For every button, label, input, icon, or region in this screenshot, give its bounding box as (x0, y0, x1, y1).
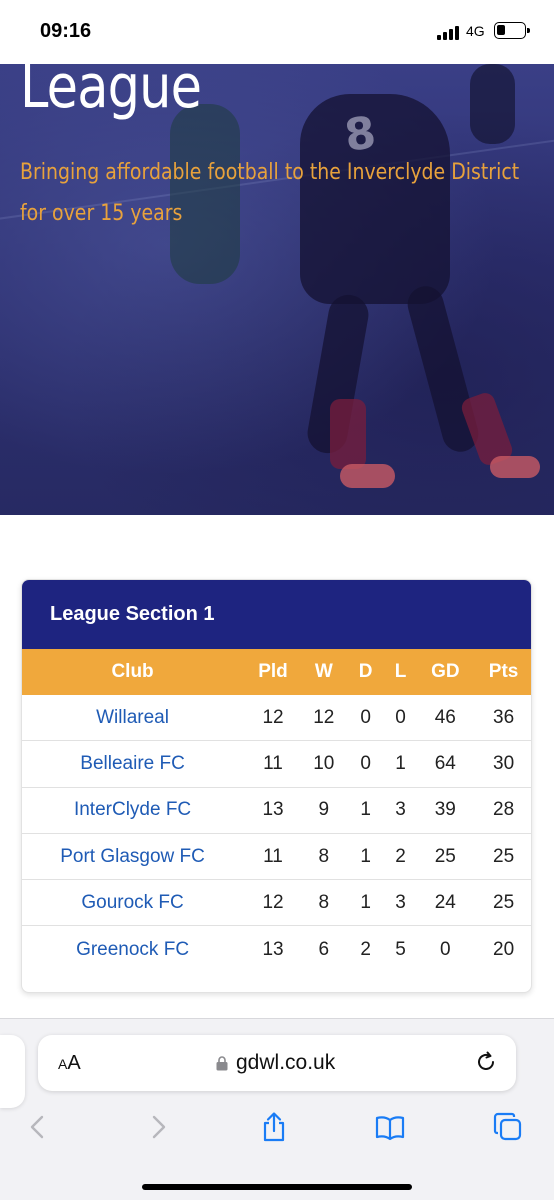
network-label: 4G (466, 23, 485, 39)
col-pld: Pld (258, 661, 288, 682)
cell-l: 0 (395, 706, 406, 728)
cell-d: 1 (360, 845, 371, 867)
club-link[interactable]: Belleaire FC (22, 753, 243, 775)
cell-w: 9 (318, 799, 330, 821)
cell-d: 0 (360, 752, 371, 774)
cell-pld: 13 (262, 938, 284, 960)
table-row: Belleaire FC 11 10 0 1 64 30 (22, 741, 531, 788)
bookmarks-icon[interactable] (374, 1111, 406, 1143)
cell-gd: 0 (440, 938, 451, 960)
cell-l: 3 (395, 799, 406, 821)
col-gd: GD (431, 661, 460, 682)
cell-gd: 24 (434, 891, 456, 913)
cell-d: 0 (360, 706, 371, 728)
table-row: Willareal 12 12 0 0 46 36 (22, 695, 531, 742)
cell-pts: 36 (493, 706, 515, 728)
share-icon[interactable] (258, 1111, 290, 1143)
club-link[interactable]: Gourock FC (22, 892, 243, 914)
cell-gd: 25 (434, 845, 456, 867)
table-header-row: Club Pld W D L GD Pts (22, 649, 531, 695)
home-indicator (142, 1184, 412, 1190)
cell-w: 8 (318, 891, 330, 913)
cell-pts: 25 (493, 891, 515, 913)
cell-w: 8 (318, 845, 330, 867)
league-section-title: League Section 1 (22, 580, 531, 649)
hero-subtitle-line-2: for over 15 years (20, 201, 183, 226)
cell-w: 6 (318, 938, 330, 960)
table-row: Greenock FC 13 6 2 5 0 20 (22, 926, 531, 972)
cell-pld: 11 (263, 845, 283, 867)
cell-l: 2 (395, 845, 406, 867)
signal-icon (437, 26, 461, 40)
cell-w: 12 (313, 706, 335, 728)
hero-subtitle: Bringing affordable football to the Inve… (20, 152, 520, 234)
url-text[interactable]: gdwl.co.uk (236, 1051, 335, 1075)
cell-pts: 28 (493, 799, 515, 821)
hero-title: League (20, 64, 202, 122)
club-link[interactable]: Port Glasgow FC (22, 846, 243, 868)
club-link[interactable]: Willareal (22, 707, 243, 729)
battery-icon (494, 22, 530, 39)
cell-gd: 46 (434, 706, 456, 728)
cell-pld: 12 (262, 891, 284, 913)
cell-d: 1 (360, 891, 371, 913)
table-row: Gourock FC 12 8 1 3 24 25 (22, 880, 531, 927)
cell-gd: 64 (434, 752, 456, 774)
cell-pld: 11 (263, 752, 283, 774)
col-club: Club (111, 661, 154, 682)
col-w: W (314, 661, 333, 682)
status-time: 09:16 (40, 20, 92, 42)
reload-icon[interactable] (474, 1050, 498, 1074)
club-link[interactable]: Greenock FC (22, 939, 243, 961)
hero-banner: 8 League Bringing affordable football to… (0, 64, 554, 515)
cell-pts: 25 (493, 845, 515, 867)
cell-pld: 12 (262, 706, 284, 728)
table-row: Port Glasgow FC 11 8 1 2 25 25 (22, 834, 531, 881)
cell-pld: 13 (262, 799, 284, 821)
cell-pts: 20 (493, 938, 515, 960)
table-row: InterClyde FC 13 9 1 3 39 28 (22, 788, 531, 834)
cell-l: 3 (395, 891, 406, 913)
club-link[interactable]: InterClyde FC (22, 799, 243, 821)
browser-bottom-bar: AA gdwl.co.uk (0, 1018, 554, 1200)
back-icon[interactable] (22, 1111, 54, 1143)
col-pts: Pts (488, 661, 519, 682)
hero-subtitle-line-1: Bringing affordable football to the Inve… (20, 160, 520, 185)
status-bar: 09:16 4G (0, 0, 554, 64)
browser-toolbar (0, 1105, 554, 1149)
cell-d: 1 (360, 799, 371, 821)
col-d: D (358, 661, 373, 682)
address-bar[interactable]: AA gdwl.co.uk (38, 1035, 516, 1091)
previous-tab-edge[interactable] (0, 1035, 25, 1108)
cell-w: 10 (313, 752, 335, 774)
cell-l: 5 (395, 938, 406, 960)
cell-d: 2 (360, 938, 371, 960)
reader-options-button[interactable]: AA (58, 1052, 81, 1075)
cell-pts: 30 (493, 752, 515, 774)
cell-gd: 39 (434, 799, 456, 821)
cell-l: 1 (395, 752, 406, 774)
col-l: L (394, 661, 407, 682)
lock-icon (216, 1056, 228, 1071)
tabs-icon[interactable] (492, 1111, 524, 1143)
league-table-card: League Section 1 Club Pld W D L GD Pts W… (21, 579, 532, 993)
forward-icon[interactable] (142, 1111, 174, 1143)
